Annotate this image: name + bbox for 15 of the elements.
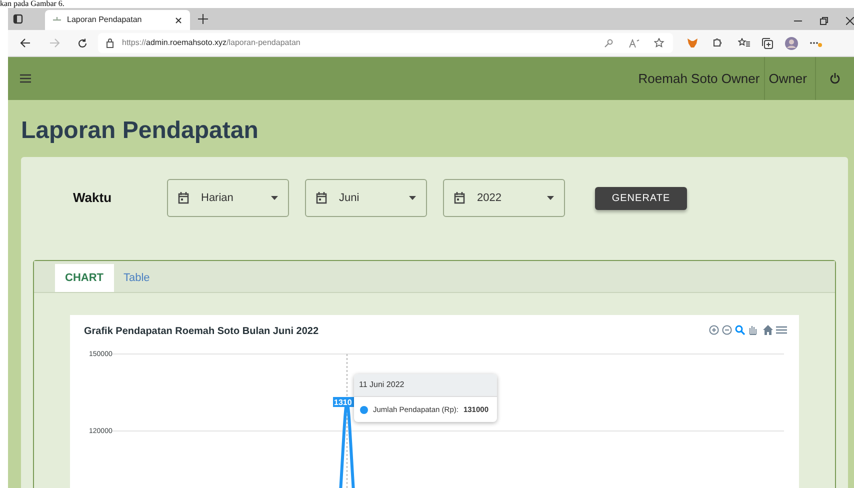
chart-title: Grafik Pendapatan Roemah Soto Bulan Juni 2022 <box>84 325 319 339</box>
user-role[interactable]: Owner <box>764 57 815 100</box>
tab[interactable]: CHART <box>55 264 114 292</box>
dropdown[interactable]: Harian <box>167 179 289 217</box>
time-label: Waktu <box>73 189 113 208</box>
user-name: Roemah Soto Owner <box>637 70 761 88</box>
document-caption: kan pada Gambar 6. <box>0 0 64 8</box>
url-text[interactable]: https://admin.roemahsoto.xyz/laporan-pendapatan <box>122 37 300 49</box>
browser-tab[interactable]: Laporan Pendapatan <box>45 10 190 30</box>
page-title: Laporan Pendapatan <box>21 116 260 146</box>
generate-button[interactable]: GENERATE <box>595 186 687 210</box>
dropdown[interactable]: 2022 <box>443 179 565 217</box>
dropdown[interactable]: Juni <box>305 179 427 217</box>
tooltip-title: 11 Juni 2022 <box>354 374 497 397</box>
data-label: 1310 <box>333 397 355 407</box>
